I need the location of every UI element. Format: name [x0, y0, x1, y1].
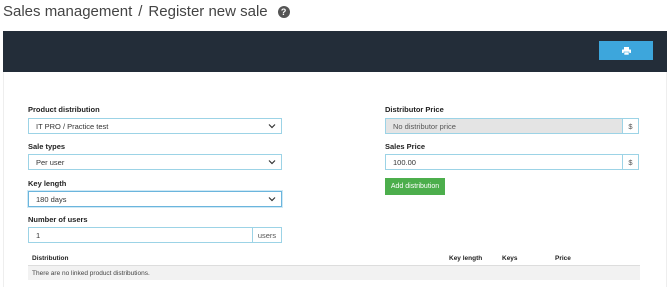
sale-types-label: Sale types: [28, 142, 66, 151]
breadcrumb-separator: /: [138, 2, 143, 20]
breadcrumb-current: Register new sale: [148, 2, 268, 20]
column-price: Price: [555, 255, 571, 262]
key-length-value: 180 days: [36, 194, 67, 204]
sale-form-card: Product distribution IT PRO / Practice t…: [3, 72, 667, 287]
breadcrumb-section: Sales management: [3, 2, 133, 20]
sale-types-select[interactable]: Per user: [28, 154, 282, 170]
column-keys: Keys: [502, 255, 518, 262]
number-of-users-value: 1: [36, 230, 41, 240]
distributor-price-input: No distributor price: [385, 118, 623, 134]
sales-price-value: 100.00: [393, 157, 416, 167]
number-of-users-input[interactable]: 1: [28, 227, 253, 243]
users-addon: users: [252, 227, 282, 243]
add-distribution-button[interactable]: Add distribution: [385, 178, 445, 195]
distribution-table-header: Distribution Key length Keys Price: [28, 254, 640, 266]
distributor-price-value: No distributor price: [393, 121, 456, 131]
column-distribution: Distribution: [32, 255, 69, 262]
distributor-price-currency: $: [622, 118, 639, 134]
product-distribution-label: Product distribution: [28, 105, 100, 114]
sales-price-label: Sales Price: [385, 142, 426, 151]
help-icon[interactable]: ?: [277, 5, 290, 18]
page-title: Sales management / Register new sale ?: [3, 0, 290, 22]
distribution-table-empty-row: There are no linked product distribution…: [28, 266, 640, 280]
sales-price-input[interactable]: 100.00: [385, 154, 623, 170]
column-key-length: Key length: [449, 255, 483, 262]
distributor-price-label: Distributor Price: [385, 105, 444, 114]
number-of-users-label: Number of users: [28, 215, 88, 224]
print-button[interactable]: [599, 41, 653, 60]
chevron-down-icon: [268, 197, 276, 202]
key-length-select[interactable]: 180 days: [28, 191, 282, 207]
chevron-down-icon: [268, 160, 276, 165]
sales-price-currency: $: [622, 154, 639, 170]
product-distribution-select[interactable]: IT PRO / Practice test: [28, 118, 282, 134]
sale-types-value: Per user: [36, 157, 65, 167]
print-icon: [621, 46, 631, 55]
toolbar: [3, 31, 667, 72]
chevron-down-icon: [268, 124, 276, 129]
product-distribution-value: IT PRO / Practice test: [36, 121, 109, 131]
key-length-label: Key length: [28, 179, 67, 188]
